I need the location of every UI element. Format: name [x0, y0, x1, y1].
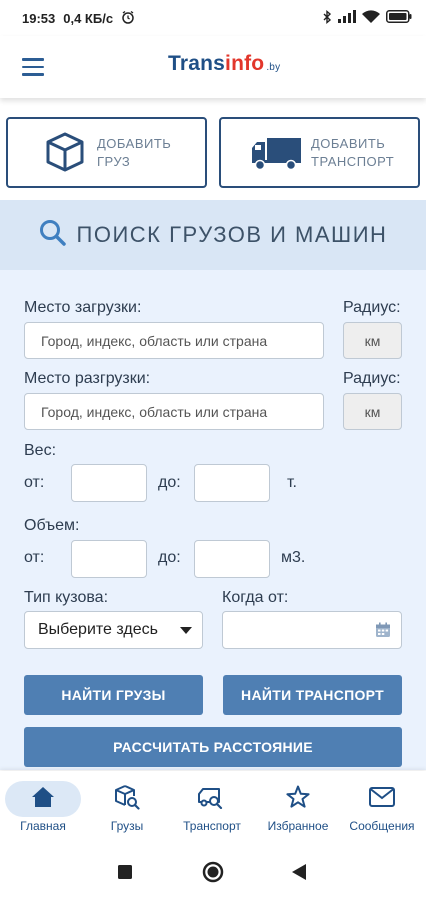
cargo-search-icon: [114, 784, 140, 815]
status-bar: 19:53 0,4 КБ/с: [0, 0, 426, 36]
wifi-icon: [362, 10, 380, 26]
star-icon: [286, 785, 310, 814]
add-transport-label-2: ТРАНСПОРТ: [311, 154, 395, 169]
loading-place-input[interactable]: Город, индекс, область или страна: [24, 322, 324, 359]
unloading-radius-input[interactable]: км: [343, 393, 402, 430]
unloading-place-input[interactable]: Город, индекс, область или страна: [24, 393, 324, 430]
loading-radius-input[interactable]: км: [343, 322, 402, 359]
box-icon: [44, 131, 86, 178]
status-time: 19:53: [22, 10, 56, 26]
nav-transport-label: Транспорт: [183, 819, 241, 833]
weight-to-input[interactable]: [194, 464, 270, 502]
weight-from-input[interactable]: [71, 464, 147, 502]
transport-search-icon: [197, 785, 227, 814]
date-input[interactable]: [222, 611, 402, 649]
home-icon: [31, 786, 55, 813]
volume-from-label: от:: [24, 549, 45, 566]
bluetooth-icon: [322, 9, 332, 27]
body-type-select[interactable]: Выберите здесь: [24, 611, 203, 649]
site-logo[interactable]: Trans info .by: [168, 52, 280, 76]
loading-radius-label: Радиус:: [343, 299, 401, 316]
add-transport-button[interactable]: ДОБАВИТЬ ТРАНСПОРТ: [219, 117, 420, 188]
find-cargo-button[interactable]: НАЙТИ ГРУЗЫ: [24, 675, 203, 715]
when-label: Когда от:: [222, 589, 289, 606]
search-banner: ПОИСК ГРУЗОВ И МАШИН: [0, 200, 426, 270]
system-navigation: [0, 843, 426, 900]
nav-home[interactable]: Главная: [5, 771, 81, 843]
add-cargo-label-1: ДОБАВИТЬ: [97, 136, 172, 151]
add-transport-label-1: ДОБАВИТЬ: [311, 136, 386, 151]
loading-label: Место загрузки:: [24, 299, 142, 316]
add-cargo-label-2: ГРУЗ: [97, 154, 131, 169]
weight-label: Вес:: [24, 442, 57, 459]
find-transport-button[interactable]: НАЙТИ ТРАНСПОРТ: [223, 675, 402, 715]
search-title: ПОИСК ГРУЗОВ И МАШИН: [76, 222, 388, 247]
volume-to-label: до:: [158, 549, 181, 566]
recent-apps-icon[interactable]: [118, 865, 132, 884]
bottom-navigation: Главная Грузы Транспорт Избранное Сообще…: [0, 771, 426, 843]
mail-icon: [369, 786, 395, 812]
search-icon: [39, 219, 67, 252]
menu-icon[interactable]: [22, 58, 44, 76]
nav-messages[interactable]: Сообщения: [344, 771, 420, 843]
weight-to-label: до:: [158, 474, 181, 491]
caret-down-icon: [180, 627, 192, 634]
logo-trans: Trans: [168, 52, 226, 75]
body-type-label: Тип кузова:: [24, 589, 109, 606]
nav-cargo[interactable]: Грузы: [89, 771, 165, 843]
status-speed: 0,4 КБ/с: [63, 10, 114, 26]
add-cargo-button[interactable]: ДОБАВИТЬ ГРУЗ: [6, 117, 207, 188]
truck-icon: [249, 135, 303, 176]
back-icon[interactable]: [292, 864, 306, 885]
volume-unit: м3.: [281, 549, 306, 566]
volume-from-input[interactable]: [71, 540, 147, 578]
nav-cargo-label: Грузы: [110, 819, 144, 833]
unloading-radius-label: Радиус:: [343, 370, 401, 387]
nav-transport[interactable]: Транспорт: [174, 771, 250, 843]
unloading-label: Место разгрузки:: [24, 370, 151, 387]
volume-label: Объем:: [24, 517, 80, 534]
nav-favorites[interactable]: Избранное: [260, 771, 336, 843]
battery-icon: [386, 10, 412, 26]
home-circle-icon[interactable]: [202, 861, 224, 888]
calendar-icon[interactable]: [375, 622, 391, 643]
volume-to-input[interactable]: [194, 540, 270, 578]
nav-home-label: Главная: [20, 819, 66, 833]
app-header: Trans info .by: [0, 36, 426, 98]
weight-unit: т.: [287, 474, 297, 491]
logo-domain: .by: [266, 62, 281, 73]
weight-from-label: от:: [24, 474, 45, 491]
logo-info: info: [225, 52, 265, 75]
signal-icon: [338, 10, 356, 26]
body-type-value: Выберите здесь: [38, 621, 158, 638]
calculate-distance-button[interactable]: РАССЧИТАТЬ РАССТОЯНИЕ: [24, 727, 402, 767]
nav-favorites-label: Избранное: [267, 819, 329, 833]
alarm-icon: [121, 10, 135, 27]
nav-messages-label: Сообщения: [349, 819, 415, 833]
